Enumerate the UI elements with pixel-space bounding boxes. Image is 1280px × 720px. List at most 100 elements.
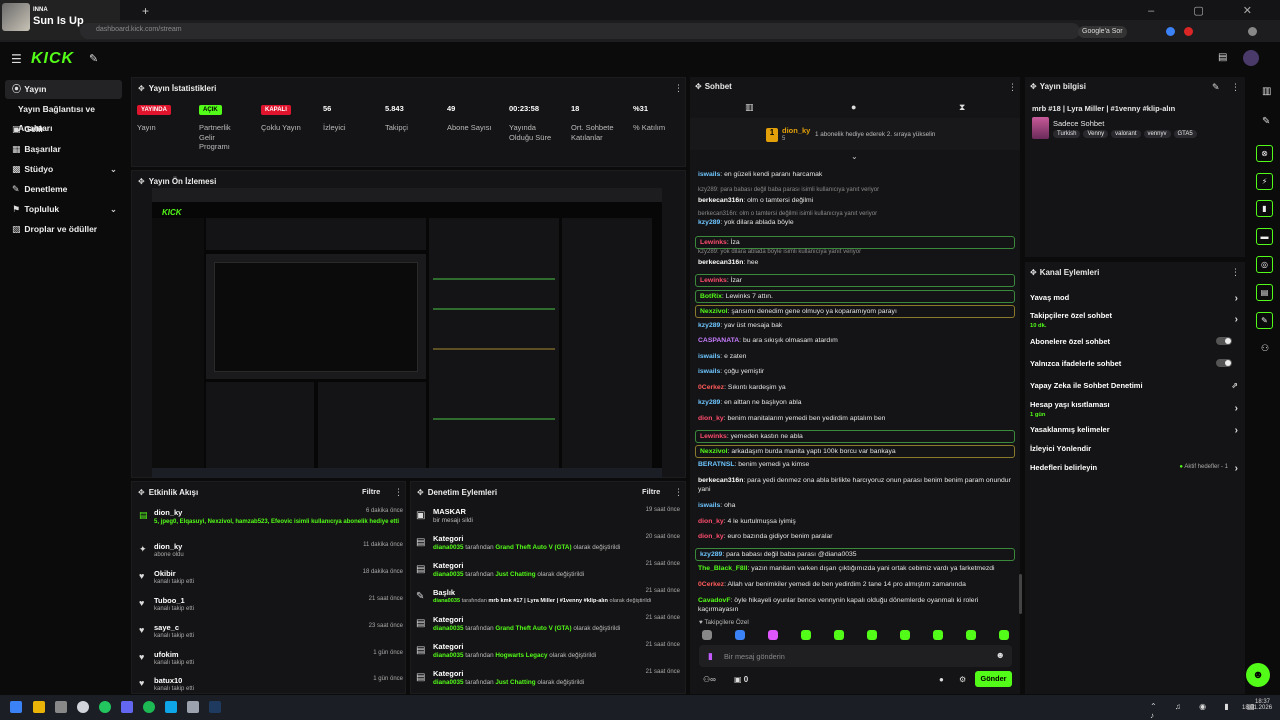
chat-username[interactable]: iswails	[698, 353, 720, 360]
rail-button[interactable]: ◎	[1256, 256, 1273, 273]
chat-username[interactable]: Nexzivol	[700, 308, 728, 315]
rail-button[interactable]: ▮	[1256, 200, 1273, 217]
google-ask-chip[interactable]: Google'a Sor	[1078, 26, 1127, 38]
banned-words-action[interactable]: Yasaklanmış kelimeler ›	[1030, 425, 1240, 436]
share-icon[interactable]: ⚇	[1261, 343, 1269, 354]
kick-logo[interactable]: KICK	[31, 50, 74, 68]
chat-username[interactable]: berkecan316n	[698, 259, 743, 266]
rail-button[interactable]: ✎	[1256, 312, 1273, 329]
activity-user[interactable]: Tuboo_1	[154, 596, 185, 605]
help-chat-button[interactable]: ☻	[1246, 663, 1270, 687]
chat-username[interactable]: iswails	[698, 368, 720, 375]
chat-username[interactable]: Nexzivol	[700, 448, 728, 455]
kebab-icon[interactable]: ⋮	[674, 487, 683, 498]
extension-icon[interactable]	[1184, 27, 1193, 36]
chat-input[interactable]: ▮ Bir mesaj gönderin ☻	[699, 645, 1012, 667]
windows-start-icon[interactable]	[10, 701, 22, 713]
rail-button[interactable]: ▤	[1256, 284, 1273, 301]
sidebar-item-basarilar[interactable]: ▦ Başarılar	[5, 140, 122, 159]
sidebar-item-droplar[interactable]: ▧ Droplar ve ödüller	[5, 220, 122, 239]
discord-icon[interactable]	[121, 701, 133, 713]
kebab-icon[interactable]: ⋮	[1008, 82, 1017, 93]
move-icon[interactable]: ✥	[138, 84, 145, 93]
sidebar-item-topluluk[interactable]: ⚑ Topluluk ⌄	[5, 200, 122, 219]
chat-username[interactable]: Lewinks	[700, 433, 727, 440]
emote-icon[interactable]	[834, 630, 844, 640]
chevron-down-icon[interactable]: ⌄	[851, 152, 858, 161]
slow-mode-action[interactable]: Yavaş mod ›	[1030, 293, 1240, 304]
sidebar-item-stream-key[interactable]: Yayın Bağlantısı ve Anahtarı	[5, 100, 122, 133]
chat-username[interactable]: iswails	[698, 502, 720, 509]
sidebar-item-yayin[interactable]: ⦿ Yayın	[5, 80, 122, 99]
chat-username[interactable]: BotRix	[700, 293, 722, 300]
chat-bubble-icon[interactable]: ●	[851, 102, 856, 112]
kebab-icon[interactable]: ⋮	[1231, 82, 1240, 93]
emote-icon[interactable]	[867, 630, 877, 640]
activity-user[interactable]: ufokim	[154, 650, 179, 659]
move-icon[interactable]: ✥	[695, 82, 702, 91]
move-icon[interactable]: ✥	[138, 177, 145, 186]
chat-username[interactable]: kzy289	[700, 551, 722, 558]
kebab-icon[interactable]: ⋮	[674, 83, 683, 94]
mic-icon[interactable]: ▮	[708, 651, 713, 662]
chat-username[interactable]: CavadovF	[698, 597, 730, 604]
chat-scrollbar[interactable]	[1019, 574, 1022, 614]
emote-icon[interactable]	[966, 630, 976, 640]
app-icon[interactable]	[165, 701, 177, 713]
extension-icon[interactable]	[1166, 27, 1175, 36]
app-icon[interactable]	[77, 701, 89, 713]
pin-icon[interactable]: ✎	[1262, 116, 1270, 127]
clock[interactable]: 18:37 18.01.2026	[1242, 699, 1272, 711]
stream-preview-video[interactable]: KICK	[152, 188, 662, 478]
send-button[interactable]: Gönder	[975, 671, 1012, 687]
edit-icon[interactable]: ✎	[1212, 82, 1220, 93]
move-icon[interactable]: ✥	[138, 488, 145, 497]
rail-button[interactable]: ⚡	[1256, 173, 1273, 190]
kebab-icon[interactable]: ⋮	[1231, 267, 1240, 278]
trash-icon[interactable]: ▥	[745, 102, 754, 113]
app-icon[interactable]	[55, 701, 67, 713]
sidebar-item-studyo[interactable]: ▩ Stüdyo ⌄	[5, 160, 122, 179]
hourglass-icon[interactable]: ⧗	[959, 102, 965, 113]
followers-only-action[interactable]: Takipçilere özel sohbet 10 dk. ›	[1030, 311, 1240, 329]
activity-user[interactable]: saye_c	[154, 623, 179, 632]
points-display[interactable]: ▣ 0	[734, 675, 748, 684]
sidebar-item-gelir[interactable]: ▣ Gelir	[5, 120, 122, 139]
chat-username[interactable]: dion_ky	[698, 533, 724, 540]
raid-action[interactable]: İzleyici Yönlendir	[1030, 444, 1240, 453]
chat-username[interactable]: BERATNSL	[698, 461, 735, 468]
chat-username[interactable]: 0Cerkez	[698, 581, 724, 588]
menu-icon[interactable]: ☰	[11, 52, 22, 66]
new-tab-button[interactable]: +	[142, 4, 149, 18]
emoji-icon[interactable]: ☻	[996, 650, 1005, 660]
ai-moderation-action[interactable]: Yapay Zeka ile Sohbet Denetimi ⇗	[1030, 381, 1240, 390]
emote-icon[interactable]	[900, 630, 910, 640]
emote-only-toggle[interactable]	[1216, 359, 1232, 367]
emote-icon[interactable]	[702, 630, 712, 640]
chat-username[interactable]: kzy289	[698, 219, 720, 226]
account-age-action[interactable]: Hesap yaşı kısıtlaması 1 gün ›	[1030, 400, 1240, 418]
chat-username[interactable]: kzy289	[698, 322, 720, 329]
emote-icon[interactable]	[801, 630, 811, 640]
layout-icon[interactable]: ▥	[1262, 86, 1271, 97]
chat-username[interactable]: berkecan316n	[698, 197, 743, 204]
user-avatar[interactable]	[1243, 50, 1259, 66]
filter-button[interactable]: Filtre	[362, 487, 380, 496]
chat-username[interactable]: 0Cerkez	[698, 384, 724, 391]
address-bar[interactable]: dashboard.kick.com/stream	[80, 23, 1080, 39]
emote-only-action[interactable]: Yalnızca ifadelerle sohbet	[1030, 359, 1240, 368]
goals-action[interactable]: Hedefleri belirleyin ● Aktif hedefler - 1…	[1030, 463, 1240, 474]
gear-icon[interactable]	[187, 701, 199, 713]
activity-user[interactable]: Okibir	[154, 569, 176, 578]
chat-username[interactable]: dion_ky	[698, 415, 724, 422]
move-icon[interactable]: ✥	[1030, 82, 1037, 91]
chat-users-icon[interactable]: ⚇∞	[703, 675, 716, 684]
activity-user[interactable]: dion_ky	[154, 542, 182, 551]
spotify-icon[interactable]	[143, 701, 155, 713]
window-controls[interactable]: ‒ ▢ ✕	[1148, 4, 1270, 17]
chat-username[interactable]: Lewinks	[700, 239, 727, 246]
emote-icon[interactable]	[735, 630, 745, 640]
stream-category[interactable]: Sadece Sohbet	[1053, 119, 1104, 128]
chat-username[interactable]: iswails	[698, 171, 720, 178]
move-icon[interactable]: ✥	[1030, 268, 1037, 277]
